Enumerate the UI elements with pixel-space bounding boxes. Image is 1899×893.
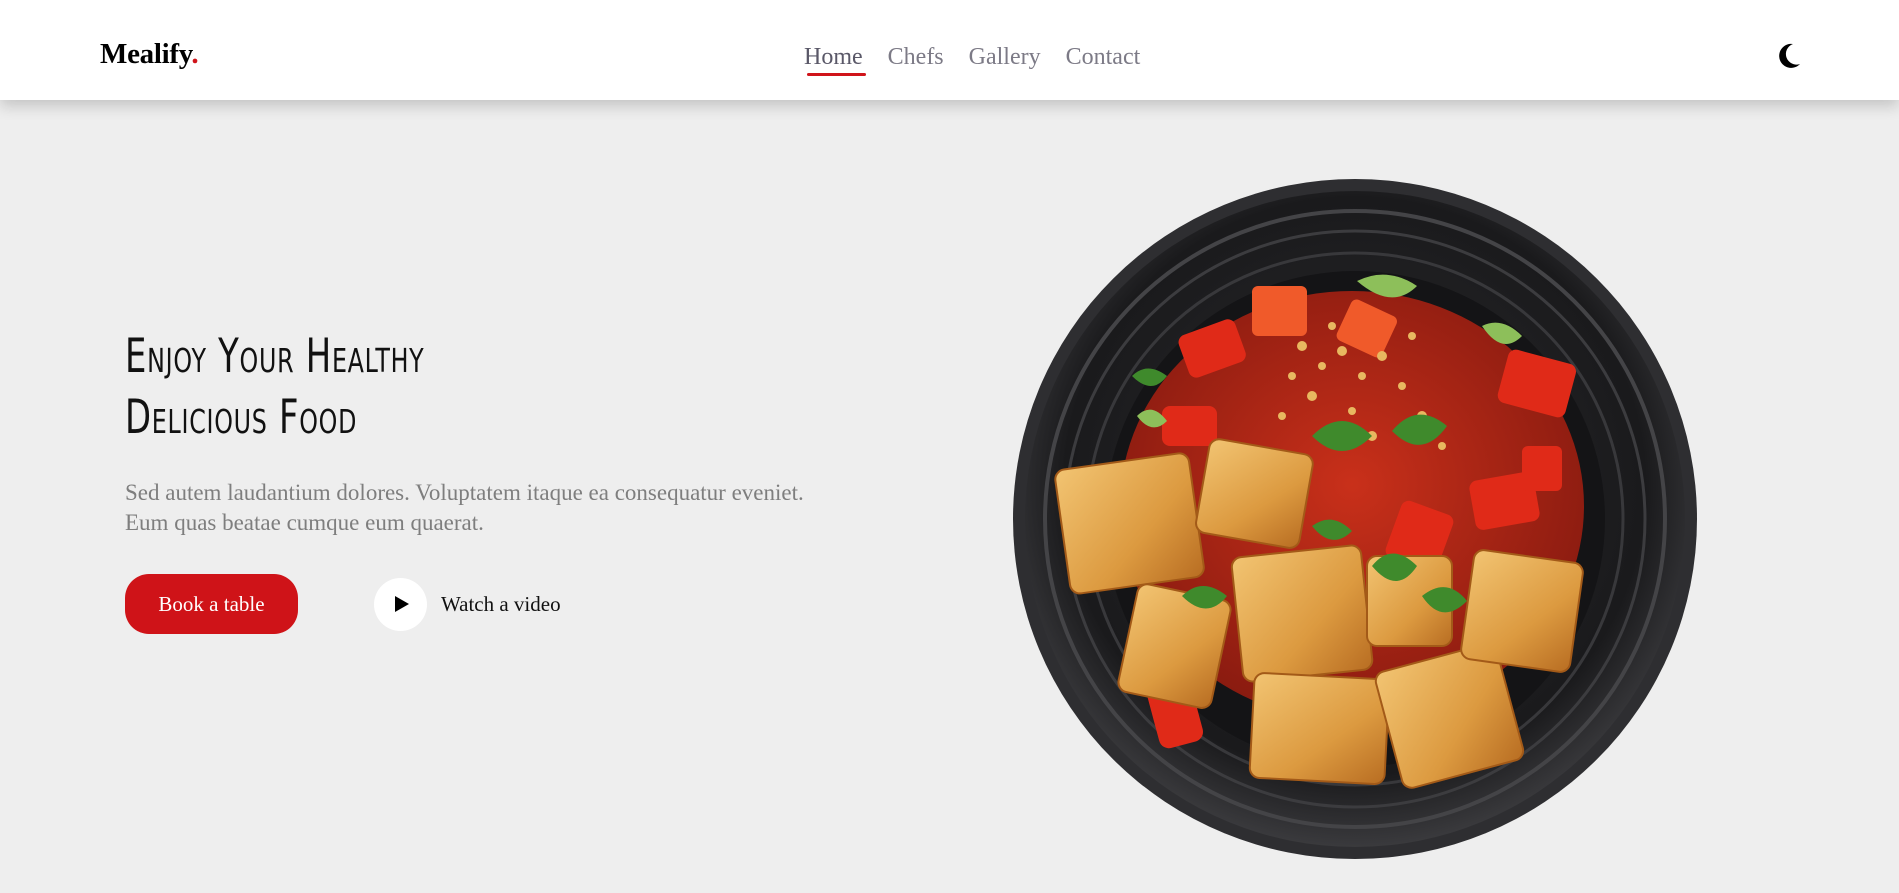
watch-video-label: Watch a video — [441, 591, 561, 616]
logo[interactable]: Mealify. — [100, 38, 199, 71]
site-header: Mealify. Home Chefs Gallery Contact — [0, 0, 1899, 100]
nav-link-chefs[interactable]: Chefs — [888, 40, 944, 74]
food-plate-image — [1013, 179, 1697, 859]
nav-link-gallery[interactable]: Gallery — [969, 40, 1041, 74]
hero-title-line-1: Enjoy Your Healthy — [125, 329, 425, 384]
hero-title: Enjoy Your Healthy Delicious Food — [125, 326, 424, 448]
logo-dot: . — [191, 38, 199, 70]
play-icon — [394, 596, 409, 612]
nav-link-home[interactable]: Home — [804, 40, 866, 76]
play-button[interactable] — [374, 577, 427, 631]
logo-text: Mealify — [100, 38, 192, 70]
moon-icon[interactable] — [1776, 42, 1802, 70]
watch-video-link[interactable]: Watch a video — [374, 577, 561, 631]
hero-title-line-2: Delicious Food — [125, 390, 358, 445]
hero-description: Sed autem laudantium dolores. Voluptatem… — [125, 480, 804, 535]
book-table-button[interactable]: Book a table — [125, 574, 298, 634]
main-nav: Home Chefs Gallery Contact — [804, 40, 1141, 76]
nav-link-contact[interactable]: Contact — [1066, 40, 1141, 74]
